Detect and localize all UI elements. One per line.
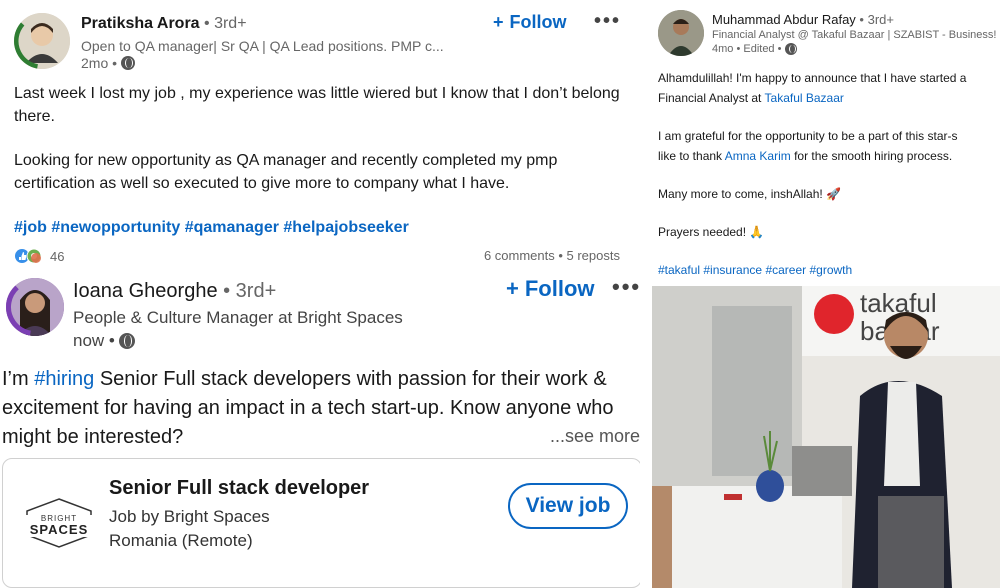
plus-icon: + — [493, 12, 504, 32]
plus-icon: + — [506, 276, 519, 301]
view-job-button[interactable]: View job — [508, 483, 628, 529]
follow-label: Follow — [509, 12, 567, 32]
post-time-text: 2mo • — [81, 55, 118, 71]
hashtag-link[interactable]: #growth — [809, 263, 852, 277]
post-body: Last week I lost my job , my experience … — [14, 82, 624, 239]
post-time: 2mo • — [81, 55, 136, 71]
connection-degree: • 3rd+ — [223, 280, 277, 302]
reaction-icons — [15, 248, 42, 264]
hashtag-list: #job #newopportunity #qamanager #helpajo… — [14, 216, 624, 239]
post-paragraph: Last week I lost my job , my experience … — [14, 85, 620, 125]
person-mention-link[interactable]: Amna Karim — [725, 149, 791, 163]
hashtag-link[interactable]: #hiring — [34, 368, 94, 390]
post-time-text: now • — [73, 331, 115, 350]
author-name[interactable]: Pratiksha Arora — [81, 15, 200, 32]
hashtag-link[interactable]: #newopportunity — [51, 219, 180, 236]
post-photo[interactable]: takaful bazaar — [652, 286, 1000, 588]
post-line: Financial Analyst at Takaful Bazaar — [658, 88, 1000, 108]
comments-reposts-count[interactable]: 6 comments • 5 reposts — [484, 248, 620, 263]
bright-spaces-logo: BRIGHT SPACES — [23, 498, 95, 548]
paragraph-spacer — [14, 195, 624, 216]
job-card[interactable]: BRIGHT SPACES Senior Full stack develope… — [2, 458, 642, 588]
hashtag-link[interactable]: #helpajobseeker — [283, 219, 408, 236]
author-headline: People & Culture Manager at Bright Space… — [73, 308, 403, 327]
author-name-line[interactable]: Pratiksha Arora • 3rd+ — [81, 15, 247, 33]
author-name[interactable]: Muhammad Abdur Rafay — [712, 12, 856, 27]
post-rafay: Muhammad Abdur Rafay • 3rd+ Financial An… — [640, 0, 1000, 588]
author-avatar[interactable] — [658, 10, 704, 56]
hashtag-link[interactable]: #career — [765, 263, 806, 277]
post-line: I am grateful for the opportunity to be … — [658, 129, 958, 143]
post-time-text: 4mo • Edited • — [712, 43, 782, 55]
author-name[interactable]: Ioana Gheorghe — [73, 280, 218, 302]
post-text: for the smooth hiring process. — [790, 149, 953, 163]
globe-icon — [121, 56, 136, 70]
post-paragraph: Looking for new opportunity as QA manage… — [14, 152, 558, 192]
see-more-link[interactable]: ...see more — [550, 426, 640, 447]
logo-text-bottom: SPACES — [30, 522, 89, 537]
post-line: like to thank Amna Karim for the smooth … — [658, 146, 1000, 166]
post-ioana: Ioana Gheorghe • 3rd+ People & Culture M… — [0, 268, 652, 588]
post-body: Alhamdulillah! I'm happy to announce tha… — [658, 68, 1000, 280]
job-company: Job by Bright Spaces — [109, 507, 270, 526]
job-location: Romania (Remote) — [109, 531, 253, 550]
post-text: Financial Analyst at — [658, 91, 765, 105]
globe-icon — [785, 43, 798, 55]
hashtag-link[interactable]: #qamanager — [185, 219, 279, 236]
connection-degree: • 3rd+ — [859, 12, 894, 27]
post-time: 4mo • Edited • — [712, 43, 798, 55]
follow-label: Follow — [524, 276, 595, 301]
post-pratiksha: Pratiksha Arora • 3rd+ Open to QA manage… — [0, 0, 640, 268]
author-name-line[interactable]: Ioana Gheorghe • 3rd+ — [73, 280, 276, 303]
company-mention-link[interactable]: Takaful Bazaar — [765, 91, 844, 105]
follow-button[interactable]: + Follow — [506, 276, 595, 302]
author-avatar[interactable] — [14, 13, 70, 69]
post-time: now • — [73, 331, 135, 351]
hashtag-link[interactable]: #insurance — [703, 263, 762, 277]
job-title[interactable]: Senior Full stack developer — [109, 477, 369, 500]
hashtag-list: #takaful #insurance #career #growth — [658, 260, 1000, 280]
post-line: Many more to come, inshAllah! 🚀 — [658, 187, 842, 201]
author-name-line[interactable]: Muhammad Abdur Rafay • 3rd+ — [712, 12, 894, 27]
more-options-icon[interactable]: ••• — [594, 10, 621, 33]
follow-button[interactable]: + Follow — [493, 12, 567, 33]
post-line: Alhamdulillah! I'm happy to announce tha… — [658, 71, 967, 85]
reactions-count: 46 — [50, 248, 65, 264]
connection-degree: • 3rd+ — [204, 15, 247, 32]
post-line: Prayers needed! 🙏 — [658, 225, 765, 239]
author-headline: Open to QA manager| Sr QA | QA Lead posi… — [81, 38, 444, 54]
reactions-summary[interactable]: 46 — [14, 248, 64, 264]
author-headline: Financial Analyst @ Takaful Bazaar | SZA… — [712, 29, 997, 41]
globe-icon — [118, 333, 135, 349]
more-options-icon[interactable]: ••• — [612, 274, 641, 300]
post-text-rest: Senior Full stack developers with passio… — [2, 368, 614, 448]
paragraph-spacer — [14, 128, 624, 149]
post-text: like to thank — [658, 149, 725, 163]
post-text-start: I’m — [2, 368, 35, 390]
hashtag-link[interactable]: #job — [14, 219, 47, 236]
author-avatar[interactable] — [6, 278, 64, 336]
hashtag-link[interactable]: #takaful — [658, 263, 700, 277]
